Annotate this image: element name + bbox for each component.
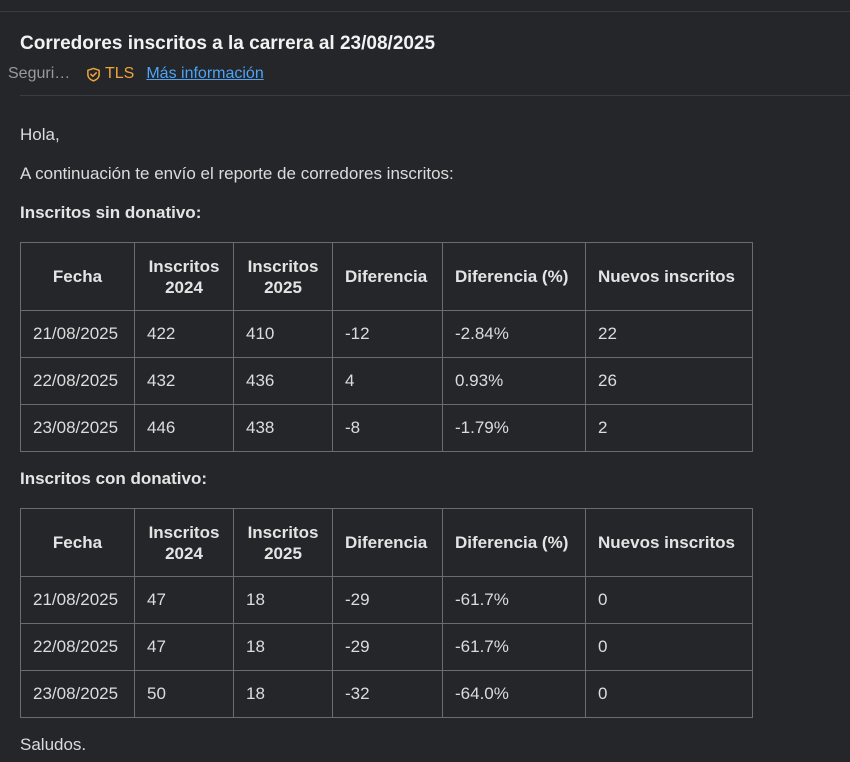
cell-inscritos-2024: 47 [134, 623, 234, 671]
cell-diferencia: -32 [332, 670, 443, 718]
greeting-text: Hola, [20, 125, 60, 144]
cell-nuevos: 22 [585, 310, 753, 358]
cell-fecha: 22/08/2025 [20, 623, 135, 671]
cell-fecha: 21/08/2025 [20, 576, 135, 624]
cell-inscritos-2024: 446 [134, 404, 234, 452]
header-label: Inscritos [148, 256, 220, 276]
header-label: Inscritos [247, 256, 319, 276]
cell-fecha: 22/08/2025 [20, 357, 135, 405]
table-header-row: Fecha Inscritos 2024 Inscritos 2025 Difere… [20, 508, 753, 577]
security-label[interactable]: Seguri… [8, 65, 72, 83]
header-label: Inscritos [247, 522, 319, 542]
table-header-row: Fecha Inscritos 2024 Inscritos 2025 Difere… [20, 242, 753, 311]
header-diferencia: Diferencia [332, 242, 443, 311]
security-info-bar: Seguri… TLS Más información [8, 64, 264, 84]
cell-inscritos-2025: 410 [233, 310, 333, 358]
cell-diferencia: -29 [332, 576, 443, 624]
header-diferencia-pct: Diferencia (%) [442, 508, 586, 577]
header-inscritos-2024: Inscritos 2024 [134, 508, 234, 577]
cell-inscritos-2024: 432 [134, 357, 234, 405]
header-label: 2025 [264, 543, 302, 563]
cell-nuevos: 0 [585, 623, 753, 671]
more-info-link[interactable]: Más información [146, 65, 263, 83]
table-row: 22/08/2025 47 18 -29 -61.7% 0 [20, 623, 753, 671]
cell-diferencia: -12 [332, 310, 443, 358]
cell-nuevos: 2 [585, 404, 753, 452]
cell-diferencia: -8 [332, 404, 443, 452]
cell-diferencia: -29 [332, 623, 443, 671]
tls-label: TLS [105, 65, 135, 82]
header-fecha: Fecha [20, 508, 135, 577]
cell-inscritos-2025: 436 [233, 357, 333, 405]
header-label: 2025 [264, 277, 302, 297]
table-row: 21/08/2025 47 18 -29 -61.7% 0 [20, 576, 753, 624]
cell-diferencia-pct: -1.79% [442, 404, 586, 452]
header-inscritos-2025: Inscritos 2025 [233, 508, 333, 577]
table-row: 21/08/2025 422 410 -12 -2.84% 22 [20, 310, 753, 358]
cell-nuevos: 0 [585, 670, 753, 718]
cell-fecha: 23/08/2025 [20, 404, 135, 452]
shield-check-icon [86, 67, 101, 82]
section-title-sin-donativo: Inscritos sin donativo: [20, 203, 202, 222]
header-label: 2024 [165, 277, 203, 297]
cell-nuevos: 26 [585, 357, 753, 405]
closing-text: Saludos. [20, 735, 87, 754]
header-nuevos-inscritos: Nuevos inscritos [585, 508, 753, 577]
table-row: 23/08/2025 446 438 -8 -1.79% 2 [20, 404, 753, 452]
cell-diferencia-pct: -61.7% [442, 576, 586, 624]
cell-inscritos-2025: 18 [233, 576, 333, 624]
intro-text: A continuación te envío el reporte de co… [20, 164, 454, 183]
cell-inscritos-2025: 438 [233, 404, 333, 452]
cell-inscritos-2024: 47 [134, 576, 234, 624]
header-diferencia-pct: Diferencia (%) [442, 242, 586, 311]
cell-diferencia-pct: -2.84% [442, 310, 586, 358]
cell-diferencia-pct: -64.0% [442, 670, 586, 718]
cell-diferencia-pct: -61.7% [442, 623, 586, 671]
cell-diferencia: 4 [332, 357, 443, 405]
header-fecha: Fecha [20, 242, 135, 311]
table-row: 23/08/2025 50 18 -32 -64.0% 0 [20, 670, 753, 718]
cell-fecha: 21/08/2025 [20, 310, 135, 358]
header-inscritos-2025: Inscritos 2025 [233, 242, 333, 311]
header-nuevos-inscritos: Nuevos inscritos [585, 242, 753, 311]
cell-fecha: 23/08/2025 [20, 670, 135, 718]
header-divider [20, 95, 850, 96]
cell-inscritos-2025: 18 [233, 670, 333, 718]
header-label: Inscritos [148, 522, 220, 542]
cell-inscritos-2024: 50 [134, 670, 234, 718]
cell-inscritos-2024: 422 [134, 310, 234, 358]
table-sin-donativo: Fecha Inscritos 2024 Inscritos 2025 Difere… [20, 242, 753, 452]
table-row: 22/08/2025 432 436 4 0.93% 26 [20, 357, 753, 405]
cell-nuevos: 0 [585, 576, 753, 624]
email-subject: Corredores inscritos a la carrera al 23/… [20, 33, 436, 54]
header-inscritos-2024: Inscritos 2024 [134, 242, 234, 311]
header-label: 2024 [165, 543, 203, 563]
cell-inscritos-2025: 18 [233, 623, 333, 671]
top-divider [0, 11, 850, 12]
table-con-donativo: Fecha Inscritos 2024 Inscritos 2025 Difere… [20, 508, 753, 718]
header-diferencia: Diferencia [332, 508, 443, 577]
cell-diferencia-pct: 0.93% [442, 357, 586, 405]
section-title-con-donativo: Inscritos con donativo: [20, 469, 208, 488]
